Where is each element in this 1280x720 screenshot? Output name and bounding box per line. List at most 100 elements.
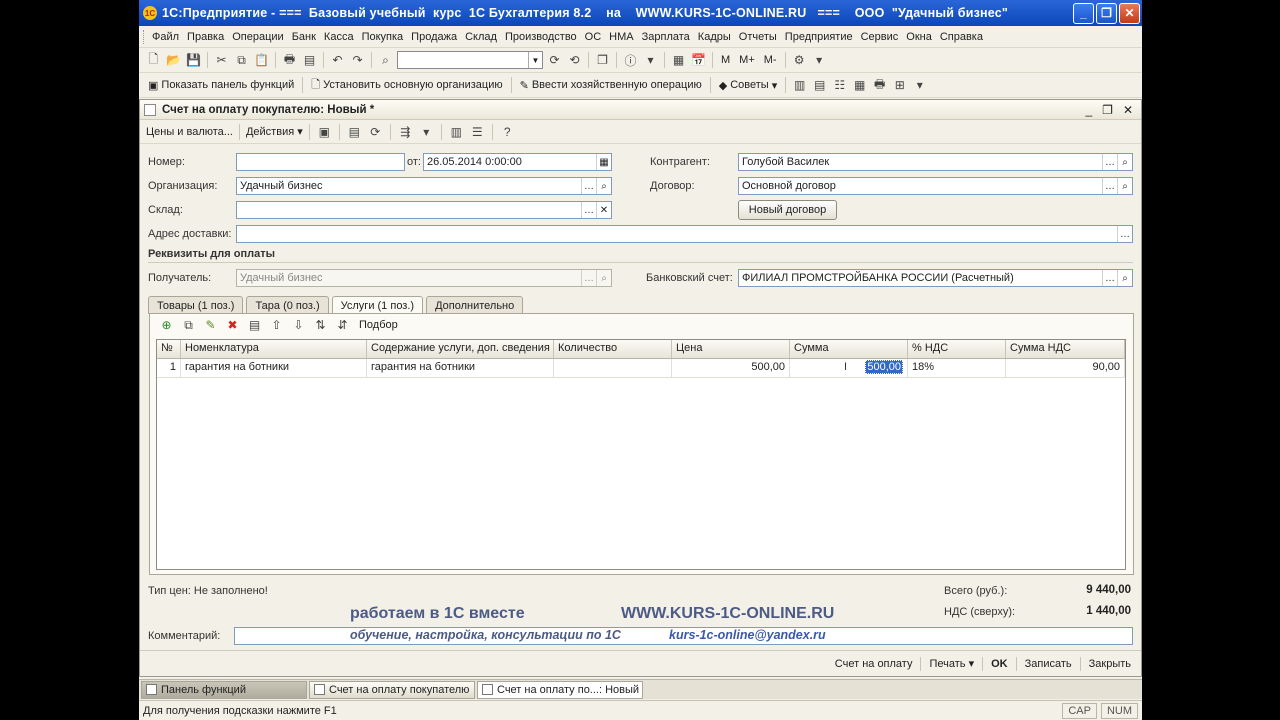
- copy-row-icon[interactable]: ⧉: [180, 317, 197, 334]
- memory-plus-button[interactable]: M+: [736, 54, 758, 66]
- print-menu-button[interactable]: Печать ▾: [925, 657, 978, 670]
- menu-windows[interactable]: Окна: [902, 31, 936, 43]
- copy-icon[interactable]: ⧉: [233, 52, 250, 69]
- print-icon[interactable]: 🖶: [281, 52, 298, 69]
- close-button[interactable]: ✕: [1119, 2, 1140, 24]
- select-ellipsis-icon[interactable]: …: [1117, 226, 1132, 242]
- delete-row-icon[interactable]: ✖: [224, 317, 241, 334]
- search-icon[interactable]: ⌕: [377, 52, 394, 69]
- task-functions-panel[interactable]: Панель функций: [141, 680, 307, 699]
- menu-hr[interactable]: Кадры: [694, 31, 735, 43]
- col-sum[interactable]: Сумма: [790, 340, 908, 358]
- memory-button[interactable]: M: [718, 54, 733, 66]
- report-icon[interactable]: ▦: [851, 77, 868, 94]
- undo-icon[interactable]: ↶: [329, 52, 346, 69]
- new-document-icon[interactable]: 🗋: [145, 52, 162, 69]
- sort-asc-icon[interactable]: ⇅: [312, 317, 329, 334]
- chevron-down-icon[interactable]: ▼: [528, 52, 542, 68]
- minimize-button[interactable]: _: [1073, 2, 1094, 24]
- menu-enterprise[interactable]: Предприятие: [781, 31, 857, 43]
- help-icon[interactable]: ?: [499, 123, 516, 140]
- tab-goods[interactable]: Товары (1 поз.): [148, 296, 244, 314]
- open-search-icon[interactable]: ⌕: [1117, 270, 1132, 286]
- doc-minimize-button[interactable]: _: [1085, 103, 1092, 117]
- task-invoice-list[interactable]: Счет на оплату покупателю: [309, 680, 475, 699]
- counterparty-field[interactable]: Голубой Василек … ⌕: [738, 153, 1133, 171]
- end-edit-icon[interactable]: ▤: [246, 317, 263, 334]
- list-icon[interactable]: ☰: [469, 123, 486, 140]
- close-document-button[interactable]: Закрыть: [1085, 658, 1135, 670]
- sort-desc-icon[interactable]: ⇵: [334, 317, 351, 334]
- add-row-icon[interactable]: ⊕: [158, 317, 175, 334]
- select-ellipsis-icon[interactable]: …: [1102, 270, 1117, 286]
- invoice-print-button[interactable]: Счет на оплату: [831, 658, 917, 670]
- analysis-icon[interactable]: ⊞: [891, 77, 908, 94]
- move-down-icon[interactable]: ⇩: [290, 317, 307, 334]
- calculator-icon[interactable]: ▦: [670, 52, 687, 69]
- cell-quantity[interactable]: [554, 359, 672, 377]
- cell-price[interactable]: 500,00: [672, 359, 790, 377]
- bank-account-field[interactable]: ФИЛИАЛ ПРОМСТРОЙБАНКА РОССИИ (Расчетный)…: [738, 269, 1133, 287]
- col-price[interactable]: Цена: [672, 340, 790, 358]
- structure-icon[interactable]: ▥: [448, 123, 465, 140]
- show-panel-button[interactable]: ▣ Показать панель функций: [145, 79, 297, 92]
- select-ellipsis-icon[interactable]: …: [1102, 154, 1117, 170]
- memory-minus-button[interactable]: M-: [761, 54, 780, 66]
- menu-help[interactable]: Справка: [936, 31, 987, 43]
- post-document-icon[interactable]: ▣: [316, 123, 333, 140]
- chevron-down-icon[interactable]: ▾: [418, 123, 435, 140]
- open-search-icon[interactable]: ⌕: [596, 178, 611, 194]
- col-content[interactable]: Содержание услуги, доп. сведения: [367, 340, 554, 358]
- enter-based-icon[interactable]: ⇶: [397, 123, 414, 140]
- new-contract-button[interactable]: Новый договор: [738, 200, 837, 220]
- select-ellipsis-icon[interactable]: …: [1102, 178, 1117, 194]
- table-row[interactable]: 1 гарантия на ботники гарантия на ботник…: [157, 359, 1125, 378]
- refresh-icon[interactable]: ⟳: [367, 123, 384, 140]
- tab-packaging[interactable]: Тара (0 поз.): [246, 296, 329, 314]
- paste-icon[interactable]: 📋: [253, 52, 270, 69]
- col-nomenclature[interactable]: Номенклатура: [181, 340, 367, 358]
- users-icon[interactable]: ☷: [831, 77, 848, 94]
- preview-icon[interactable]: ▤: [301, 52, 318, 69]
- settings-icon[interactable]: ⚙: [791, 52, 808, 69]
- menu-sales[interactable]: Продажа: [407, 31, 461, 43]
- org-field[interactable]: Удачный бизнес … ⌕: [236, 177, 612, 195]
- redo-icon[interactable]: ↷: [349, 52, 366, 69]
- open-folder-icon[interactable]: 📂: [165, 52, 182, 69]
- write-icon[interactable]: ▤: [346, 123, 363, 140]
- number-field[interactable]: [236, 153, 405, 171]
- chevron-down-icon[interactable]: ▾: [911, 77, 928, 94]
- col-vat-rate[interactable]: % НДС: [908, 340, 1006, 358]
- cell-nomenclature[interactable]: гарантия на ботники: [181, 359, 367, 377]
- search-input[interactable]: ▼: [397, 51, 543, 69]
- menu-service[interactable]: Сервис: [857, 31, 903, 43]
- set-org-button[interactable]: 🗋 Установить основную организацию: [308, 76, 505, 95]
- menu-fixed-assets[interactable]: ОС: [581, 31, 606, 43]
- col-number[interactable]: №: [157, 340, 181, 358]
- menu-warehouse[interactable]: Склад: [461, 31, 501, 43]
- enter-operation-button[interactable]: ✎ Ввести хозяйственную операцию: [517, 79, 705, 92]
- open-search-icon[interactable]: ⌕: [1117, 178, 1132, 194]
- cell-vat-sum[interactable]: 90,00: [1006, 359, 1125, 377]
- ok-button[interactable]: OK: [987, 658, 1012, 670]
- chevron-down-icon[interactable]: ▾: [811, 52, 828, 69]
- select-ellipsis-icon[interactable]: …: [581, 202, 596, 218]
- menu-intangibles[interactable]: НМА: [605, 31, 637, 43]
- save-button[interactable]: Записать: [1021, 658, 1076, 670]
- menu-reports[interactable]: Отчеты: [735, 31, 781, 43]
- window-list-icon[interactable]: ❐: [594, 52, 611, 69]
- menu-production[interactable]: Производство: [501, 31, 581, 43]
- chevron-down-icon[interactable]: ▾: [642, 52, 659, 69]
- calendar-icon[interactable]: ▦: [596, 154, 611, 170]
- prices-currency-button[interactable]: Цены и валюта...: [146, 126, 233, 138]
- help-info-icon[interactable]: ⓘ: [622, 52, 639, 69]
- selection-button[interactable]: Подбор: [359, 319, 398, 331]
- menu-file[interactable]: Файл: [148, 31, 183, 43]
- select-ellipsis-icon[interactable]: …: [581, 178, 596, 194]
- tips-button[interactable]: ◆ Советы ▾: [716, 79, 780, 92]
- find-next-icon[interactable]: ⟳: [546, 52, 563, 69]
- contract-field[interactable]: Основной договор … ⌕: [738, 177, 1133, 195]
- cell-sum[interactable]: I 500,00: [790, 359, 908, 377]
- menu-cash[interactable]: Касса: [320, 31, 358, 43]
- calendar-icon[interactable]: 📅: [690, 52, 707, 69]
